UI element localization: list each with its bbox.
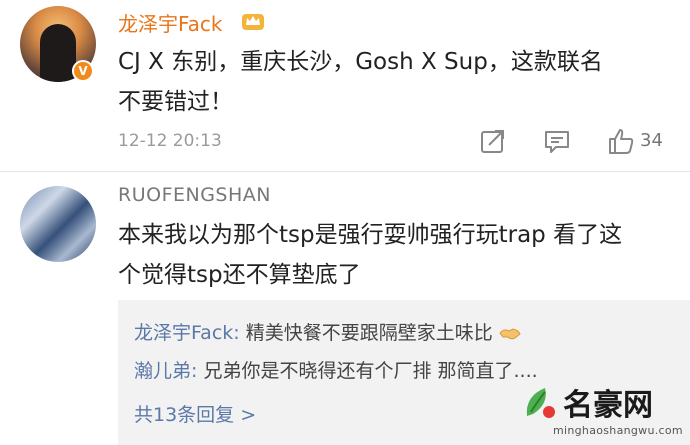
reply-item: 瀚儿弟: 兄弟你是不晓得还有个厂排 那简直了.... [134, 356, 538, 383]
handshake-emoji-icon [499, 328, 521, 340]
comment-text-line: 个觉得tsp还不算垫底了 [118, 262, 361, 288]
share-icon[interactable] [478, 126, 508, 156]
comment-text-line: CJ X 东别，重庆长沙，Gosh X Sup，这款联名 [118, 49, 603, 75]
reply-username[interactable]: 龙泽宇Fack: [134, 322, 240, 344]
like-icon[interactable] [606, 126, 636, 156]
watermark: 名豪网 minghaoshangwu.com [515, 376, 690, 445]
like-count: 34 [640, 130, 663, 151]
reply-text: 精美快餐不要跟隔壁家土味比 [239, 322, 493, 344]
comment-text-line: 本来我以为那个tsp是强行耍帅强行玩trap 看了这 [118, 222, 623, 248]
comment-text-line: 不要错过！ [118, 89, 233, 115]
verified-badge-icon: V [72, 60, 94, 82]
comment-username[interactable]: RUOFENGSHAN [118, 184, 271, 206]
reply-item: 龙泽宇Fack: 精美快餐不要跟隔壁家土味比 [134, 318, 521, 345]
comment-timestamp: 12-12 20:13 [118, 131, 222, 151]
watermark-url: minghaoshangwu.com [553, 424, 683, 437]
comment-username[interactable]: 龙泽宇Fack [118, 8, 223, 37]
comment-text: 本来我以为那个tsp是强行耍帅强行玩trap 看了这 个觉得tsp还不算垫底了 [118, 215, 678, 295]
comment-item: V 龙泽宇Fack CJ X 东别，重庆长沙，Gosh X Sup，这款联名 不… [0, 0, 690, 172]
leaf-logo-icon [526, 388, 555, 418]
watermark-title: 名豪网 [563, 388, 653, 423]
more-replies-link[interactable]: 共13条回复 > [134, 400, 256, 427]
comment-text: CJ X 东别，重庆长沙，Gosh X Sup，这款联名 不要错过！ [118, 42, 678, 122]
avatar[interactable] [20, 186, 96, 262]
crown-icon [242, 14, 264, 30]
reply-text: 兄弟你是不晓得还有个厂排 那简直了.... [197, 360, 538, 382]
reply-icon[interactable] [542, 126, 572, 156]
reply-username[interactable]: 瀚儿弟: [134, 360, 197, 382]
